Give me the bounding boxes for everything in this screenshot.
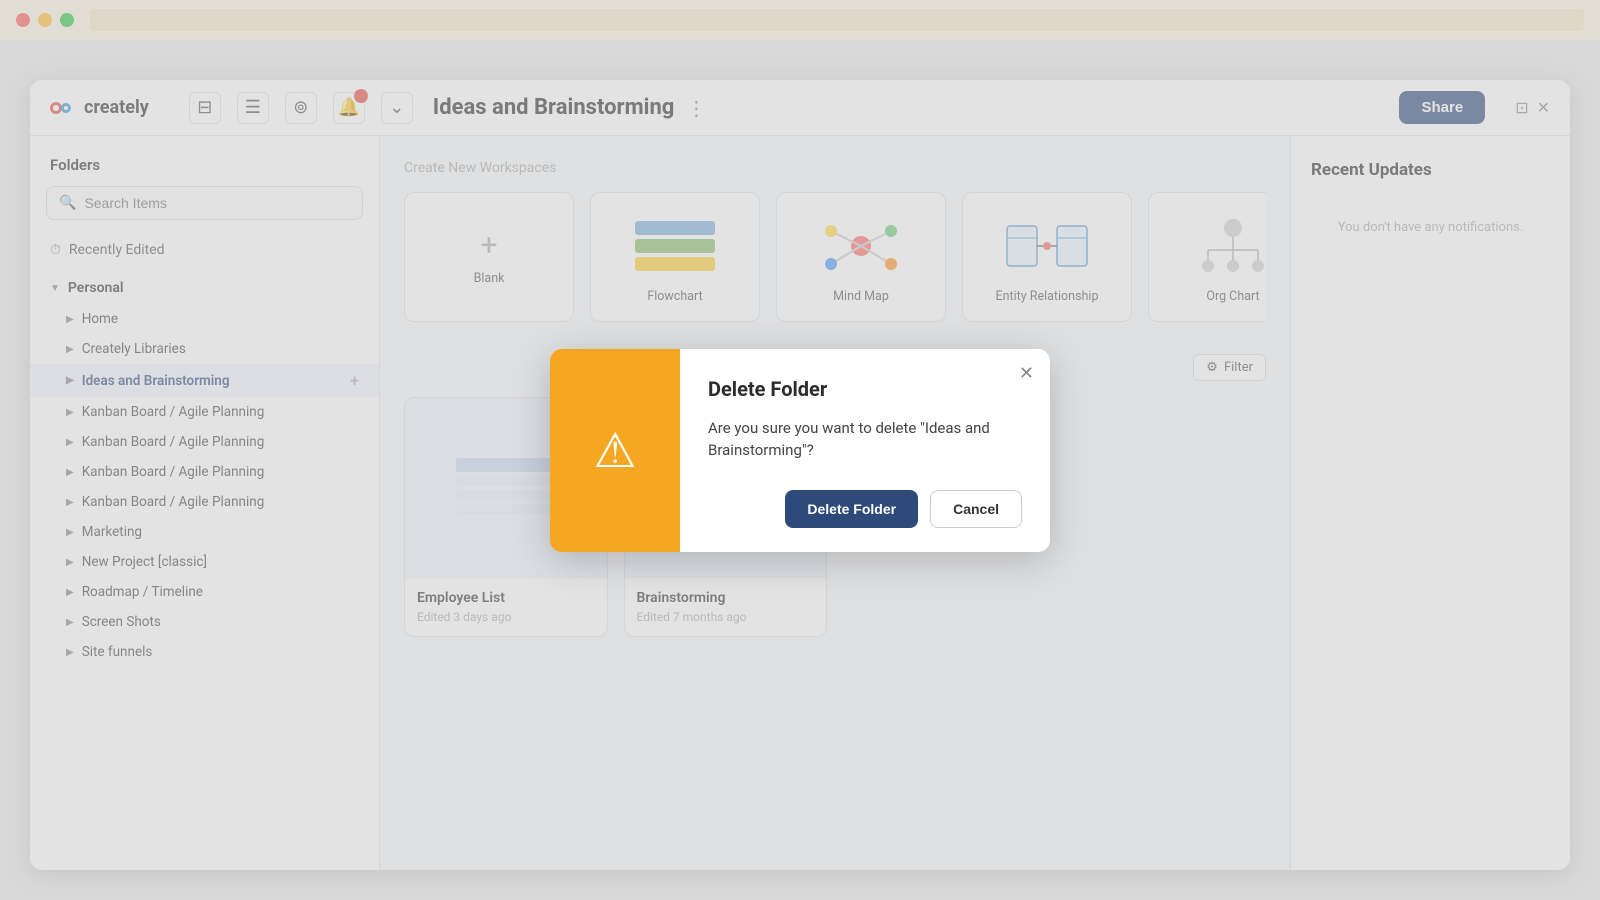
modal-warning-panel: ⚠ xyxy=(550,349,680,552)
modal-overlay[interactable]: ⚠ ✕ Delete Folder Are you sure you want … xyxy=(0,0,1600,900)
delete-modal: ⚠ ✕ Delete Folder Are you sure you want … xyxy=(550,349,1050,552)
modal-actions: Delete Folder Cancel xyxy=(708,490,1022,528)
delete-folder-button[interactable]: Delete Folder xyxy=(785,490,918,528)
modal-content: ✕ Delete Folder Are you sure you want to… xyxy=(680,349,1050,552)
modal-close-button[interactable]: ✕ xyxy=(1019,363,1034,384)
modal-title: Delete Folder xyxy=(708,377,1022,401)
modal-body: Are you sure you want to delete "Ideas a… xyxy=(708,417,1022,462)
cancel-button[interactable]: Cancel xyxy=(930,490,1022,528)
warning-triangle-icon: ⚠ xyxy=(593,422,636,479)
